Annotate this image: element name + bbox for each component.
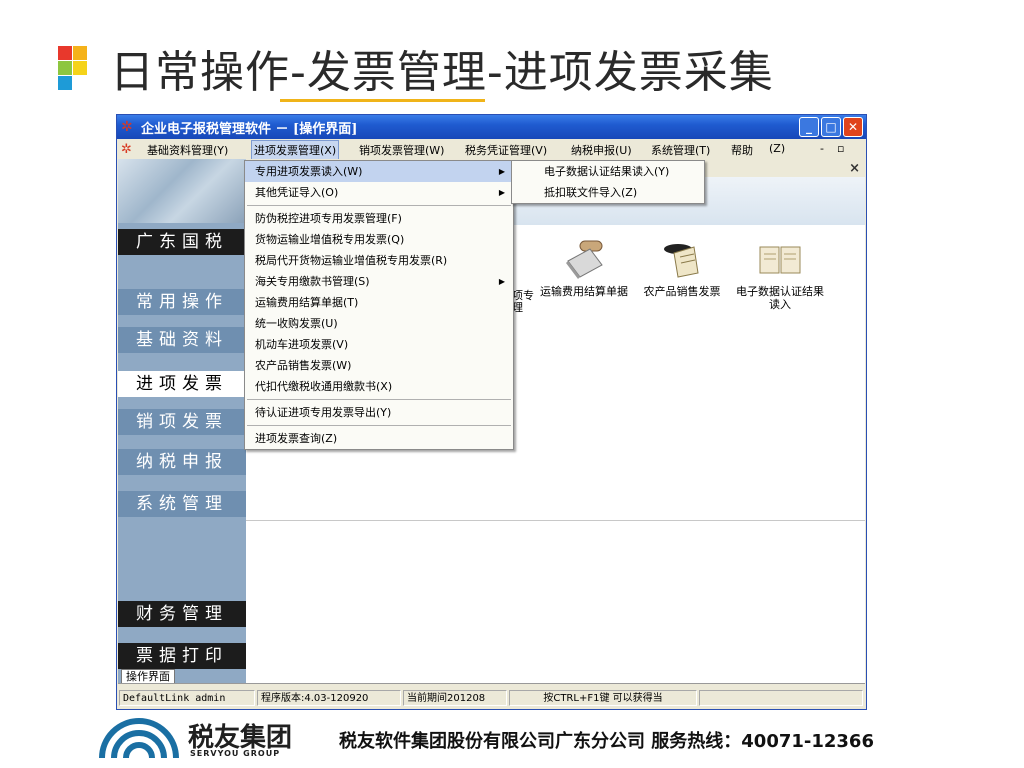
menu-help-key[interactable]: (Z) [769, 142, 785, 155]
content-divider [246, 520, 865, 521]
menu-item-agri-invoice[interactable]: 农产品销售发票(W) [245, 355, 513, 376]
nav-output-invoice[interactable]: 销项发票 [118, 409, 246, 435]
nav-system-mgmt[interactable]: 系统管理 [118, 491, 246, 517]
menu-item-motor-vehicle[interactable]: 机动车进项发票(V) [245, 334, 513, 355]
nav-basic-data[interactable]: 基础资料 [118, 327, 246, 353]
status-version: 程序版本:4.03-120920 [257, 690, 401, 706]
maximize-icon[interactable]: □ [821, 117, 841, 137]
menu-item-label: 其他凭证导入(O) [255, 186, 339, 199]
nav-tax-declare[interactable]: 纳税申报 [118, 449, 246, 475]
agri-invoice-icon [660, 239, 704, 279]
menu-separator [247, 399, 511, 400]
book-icon [758, 239, 802, 279]
nav-common-ops[interactable]: 常用操作 [118, 289, 246, 315]
slide-title-row: 日常操作-发票管理-进项发票采集 [58, 40, 774, 98]
color-squares-logo [58, 46, 102, 90]
special-input-submenu: 电子数据认证结果读入(Y) 抵扣联文件导入(Z) [511, 160, 705, 204]
nav-banner-image [118, 159, 246, 223]
menu-separator [247, 205, 511, 206]
menu-item-invoice-query[interactable]: 进项发票查询(Z) [245, 428, 513, 449]
menu-help[interactable]: 帮助 [731, 142, 753, 158]
menu-item-pending-export[interactable]: 待认证进项专用发票导出(Y) [245, 402, 513, 423]
menu-item-other-voucher-import[interactable]: 其他凭证导入(O) ▶ [245, 182, 513, 203]
submenu-item-deduction-import[interactable]: 抵扣联文件导入(Z) [512, 182, 704, 203]
nav-finance-mgmt[interactable]: 财务管理 [118, 601, 246, 627]
nav-input-invoice[interactable]: 进项发票 [118, 371, 246, 397]
tile-cert-result-label: 电子数据认证结果读入 [736, 285, 824, 311]
menu-item-label: 专用进项发票读入(W) [255, 165, 363, 178]
minimize-icon[interactable]: _ [799, 117, 819, 137]
tile-freight-bill-label: 运输费用结算单据 [540, 285, 628, 298]
menu-output-invoice[interactable]: 销项发票管理(W) [359, 142, 444, 158]
servyou-logo-icon [98, 714, 180, 760]
menu-item-unified-purchase[interactable]: 统一收购发票(U) [245, 313, 513, 334]
menu-item-label: 海关专用缴款书管理(S) [255, 275, 370, 288]
menu-item-anti-counterfeit[interactable]: 防伪税控进项专用发票管理(F) [245, 208, 513, 229]
menu-item-customs-payment[interactable]: 海关专用缴款书管理(S) ▶ [245, 271, 513, 292]
brand-name-en: SERVYOU GROUP [190, 749, 281, 758]
nav-guangdong-tax: 广东国税 [118, 229, 246, 255]
tile-cert-result[interactable]: 电子数据认证结果读入 [732, 239, 828, 311]
menu-system[interactable]: 系统管理(T) [651, 142, 710, 158]
window-titlebar[interactable]: ✲ 企业电子报税管理软件 － [操作界面] _ □ ✕ [117, 115, 866, 139]
submenu-arrow-icon: ▶ [498, 188, 505, 197]
status-hint: 按CTRL+F1键 可以获得当 [509, 690, 697, 706]
app-icon: ✲ [121, 119, 133, 135]
title-underline [280, 99, 485, 102]
menu-item-special-input-read[interactable]: 专用进项发票读入(W) ▶ [245, 161, 513, 182]
slide-title: 日常操作-发票管理-进项发票采集 [110, 47, 774, 98]
freight-bill-icon [562, 239, 606, 279]
menu-input-invoice[interactable]: 进项发票管理(X) [251, 140, 340, 160]
status-link: DefaultLink admin [119, 690, 255, 706]
menu-tax-declare[interactable]: 纳税申报(U) [571, 142, 632, 158]
company-hotline: 税友软件集团股份有限公司广东分公司 服务热线：40071-12366 [339, 731, 874, 752]
status-extra [699, 690, 863, 706]
menu-basic-data[interactable]: 基础资料管理(Y) [147, 142, 228, 158]
menu-item-freight-bill[interactable]: 运输费用结算单据(T) [245, 292, 513, 313]
menu-separator [247, 425, 511, 426]
tile-agri-invoice[interactable]: 农产品销售发票 [634, 239, 730, 298]
close-icon[interactable]: ✕ [843, 117, 863, 137]
tab-main-screen[interactable]: 操作界面 [121, 669, 175, 684]
menu-tax-voucher[interactable]: 税务凭证管理(V) [465, 142, 547, 158]
child-restore-icon[interactable]: ▫ [837, 142, 844, 155]
left-nav: 广东国税 常用操作 基础资料 进项发票 销项发票 纳税申报 系统管理 财务管理 … [118, 159, 246, 683]
menu-item-bureau-freight-vat[interactable]: 税局代开货物运输业增值税专用发票(R) [245, 250, 513, 271]
menu-item-withholding-tax[interactable]: 代扣代缴税收通用缴款书(X) [245, 376, 513, 397]
child-minimize-icon[interactable]: - [820, 142, 824, 155]
menubar: ✲ 基础资料管理(Y) 进项发票管理(X) 销项发票管理(W) 税务凭证管理(V… [117, 139, 866, 160]
tile-agri-invoice-label: 农产品销售发票 [643, 285, 721, 298]
submenu-arrow-icon: ▶ [498, 167, 505, 176]
submenu-item-cert-result-read[interactable]: 电子数据认证结果读入(Y) [512, 161, 704, 182]
child-close-icon[interactable]: × [849, 161, 860, 176]
nav-bill-print[interactable]: 票据打印 [118, 643, 246, 669]
submenu-arrow-icon: ▶ [498, 277, 505, 286]
tile-freight-bill[interactable]: 运输费用结算单据 [536, 239, 632, 298]
menu-item-freight-vat[interactable]: 货物运输业增值税专用发票(Q) [245, 229, 513, 250]
window-title: 企业电子报税管理软件 － [操作界面] [141, 122, 358, 137]
input-invoice-dropdown: 专用进项发票读入(W) ▶ 其他凭证导入(O) ▶ 防伪税控进项专用发票管理(F) … [244, 160, 514, 450]
status-period: 当前期间201208 [403, 690, 507, 706]
child-window-icon: ✲ [121, 142, 132, 157]
status-bar: DefaultLink admin 程序版本:4.03-120920 当前期间2… [117, 688, 866, 708]
